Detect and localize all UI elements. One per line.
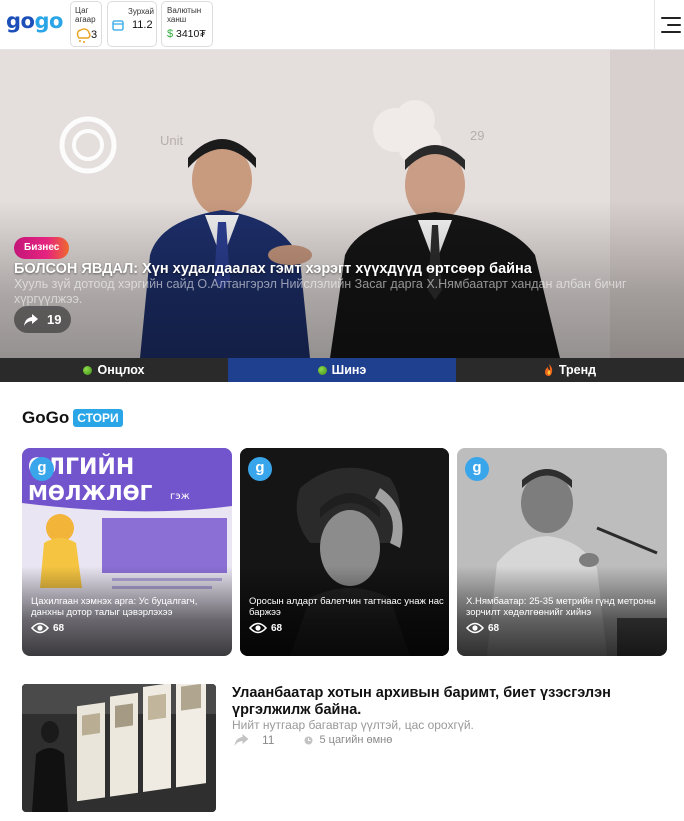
- story-views: 68: [466, 622, 499, 634]
- calendar-icon: [112, 20, 124, 31]
- stories-section-title: GoGo СТОРИ: [22, 408, 123, 428]
- views-count: 68: [488, 622, 500, 634]
- share-arrow-icon[interactable]: [233, 733, 250, 747]
- story-views: 68: [249, 622, 282, 634]
- story-card[interactable]: ОЛГИЙН МӨЛЖЛӨГ гэж g Цахилгаан хэмнэх ар…: [22, 448, 232, 656]
- logo-part-1: go: [6, 9, 35, 33]
- weather-label: Цаг агаар: [75, 6, 96, 24]
- clock-icon: [304, 736, 313, 744]
- logo-part-2: go: [34, 9, 63, 33]
- article-image: [22, 684, 216, 812]
- menu-line: [661, 17, 681, 19]
- story-card[interactable]: g Оросын алдарт балетчин тагтнаас унаж н…: [240, 448, 449, 656]
- weather-value: 3: [91, 29, 98, 41]
- story-caption: Цахилгаан хэмнэх арга: Ус буцалгагч, дан…: [31, 596, 198, 618]
- article-share-count: 11: [262, 733, 275, 747]
- tab-trend[interactable]: Тренд: [456, 358, 684, 382]
- tab-label: Тренд: [558, 363, 597, 377]
- exchange-rate-value: 3410₮: [176, 28, 206, 40]
- story-views: 68: [31, 622, 64, 634]
- green-dot-icon: [83, 365, 93, 375]
- tab-featured[interactable]: Онцлох: [0, 358, 228, 382]
- svg-text:МӨЛЖЛӨГ: МӨЛЖЛӨГ: [28, 481, 153, 505]
- weather-widget[interactable]: Цаг агаар 3: [70, 1, 102, 47]
- views-count: 68: [53, 622, 65, 634]
- article-thumbnail[interactable]: [22, 684, 216, 812]
- horoscope-value: 11.2: [132, 19, 153, 31]
- tab-label: Онцлох: [97, 363, 145, 377]
- menu-line: [667, 24, 681, 26]
- horoscope-label: Зурхай: [128, 7, 154, 16]
- gogo-g-icon: g: [30, 457, 54, 481]
- menu-line: [661, 31, 681, 33]
- article-title[interactable]: Улаанбаатар хотын архивын баримт, биет ү…: [232, 685, 672, 719]
- share-button[interactable]: 19: [14, 306, 71, 333]
- fire-icon: [544, 364, 553, 376]
- gogo-g-icon: g: [465, 457, 489, 481]
- category-badge[interactable]: Бизнес: [14, 237, 70, 259]
- hamburger-menu-button[interactable]: [654, 0, 684, 50]
- hero-featured-article[interactable]: Unit 29 Бизнес БОЛСОН ЯВДАЛ: Хүн худалда…: [0, 50, 684, 358]
- article-meta: 11 5 цагийн өмнө: [233, 733, 392, 747]
- hero-title[interactable]: БОЛСОН ЯВДАЛ: Хүн худалдаалах гэмт хэрэг…: [14, 261, 674, 277]
- backdrop-number: 29: [470, 128, 484, 143]
- backdrop-text: Unit: [160, 133, 184, 148]
- hero-subtitle: Хууль зүй дотоод хэргийн сайд О.Алтангэр…: [14, 277, 627, 306]
- feed-tabs: Онцлох Шинэ Тренд: [0, 358, 684, 382]
- dollar-icon: $: [167, 28, 174, 40]
- stories-title-text: GoGo: [22, 408, 70, 427]
- snow-cloud-icon: [76, 28, 91, 43]
- exchange-rate-label: Валютын ханш: [167, 6, 202, 24]
- tab-new[interactable]: Шинэ: [228, 358, 456, 382]
- top-header: gogo Цаг агаар 3 Зурхай 11.2 Валютын хан…: [0, 0, 684, 50]
- article-time: 5 цагийн өмнө: [319, 734, 393, 746]
- story-caption: Оросын алдарт балетчин тагтнаас унаж нас…: [249, 596, 444, 618]
- tab-label: Шинэ: [331, 363, 367, 377]
- eye-icon: [466, 622, 484, 634]
- horoscope-widget[interactable]: Зурхай 11.2: [107, 1, 157, 47]
- stories-tag: СТОРИ: [73, 409, 123, 427]
- svg-text:гэж: гэж: [170, 491, 190, 502]
- exchange-rate-widget[interactable]: Валютын ханш $ 3410₮: [161, 1, 213, 47]
- share-arrow-icon: [24, 313, 38, 326]
- views-count: 68: [271, 622, 283, 634]
- article-subtitle: Нийт нутгаар багавтар үүлтэй, цас орохгү…: [232, 718, 474, 732]
- eye-icon: [249, 622, 267, 634]
- green-dot-icon: [317, 365, 327, 375]
- gogo-g-icon: g: [248, 457, 272, 481]
- story-card[interactable]: g Х.Нямбаатар: 25-35 метрийн гүнд метрон…: [457, 448, 667, 656]
- share-count: 19: [47, 312, 62, 327]
- story-caption: Х.Нямбаатар: 25-35 метрийн гүнд метроны …: [466, 596, 656, 618]
- gogo-logo[interactable]: gogo: [6, 9, 63, 33]
- eye-icon: [31, 622, 49, 634]
